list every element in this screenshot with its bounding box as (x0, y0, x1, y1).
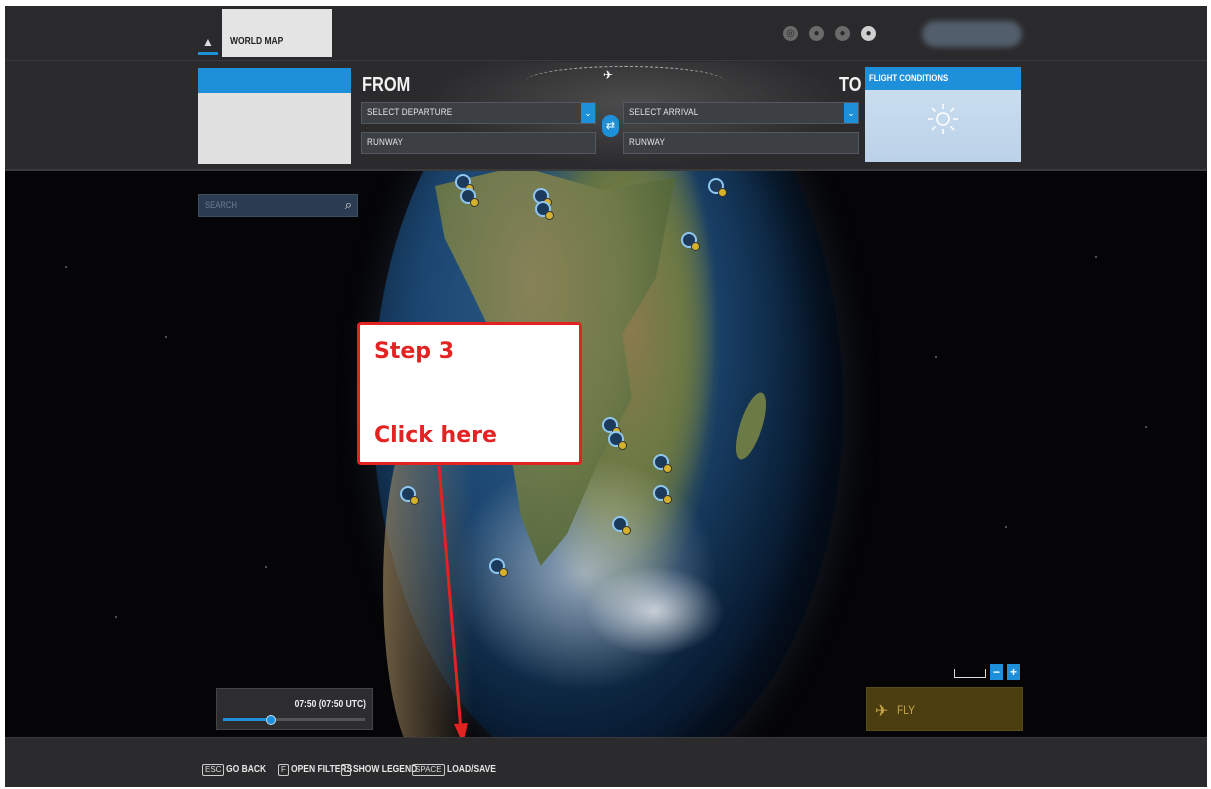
zoom-scale-indicator (954, 669, 986, 678)
time-slider-fill (223, 718, 270, 721)
load-save-button[interactable]: SPACE LOAD/SAVE (412, 761, 504, 776)
key-l: L (341, 763, 352, 776)
bottom-hint-bar (5, 737, 1207, 787)
time-slider-track[interactable] (223, 715, 365, 725)
zoom-in-button[interactable]: + (1007, 664, 1020, 680)
time-of-day-label: 07:50 (07:50 UTC) (294, 699, 366, 710)
zoom-out-button[interactable]: − (990, 664, 1003, 680)
key-space: SPACE (412, 763, 445, 776)
show-legend-label: SHOW LEGEND (353, 764, 418, 776)
key-f: F (278, 763, 289, 776)
takeoff-icon: ✈ (875, 703, 889, 720)
go-back-button[interactable]: ESC GO BACK (202, 761, 274, 776)
go-back-label: GO BACK (226, 764, 267, 776)
fly-button[interactable]: ✈ FLY (866, 687, 1023, 731)
tutorial-arrow (437, 465, 468, 744)
key-esc: ESC (202, 763, 225, 776)
load-save-label: LOAD/SAVE (446, 764, 496, 776)
time-slider-handle[interactable] (265, 715, 276, 725)
time-of-day-panel: 07:50 (07:50 UTC) (216, 688, 373, 730)
world-map-screen: ▲ WORLD MAP ◎ ● ● ● ✈ FROM TO SELECT DEP… (5, 6, 1207, 787)
fly-button-label: FLY (897, 703, 915, 717)
